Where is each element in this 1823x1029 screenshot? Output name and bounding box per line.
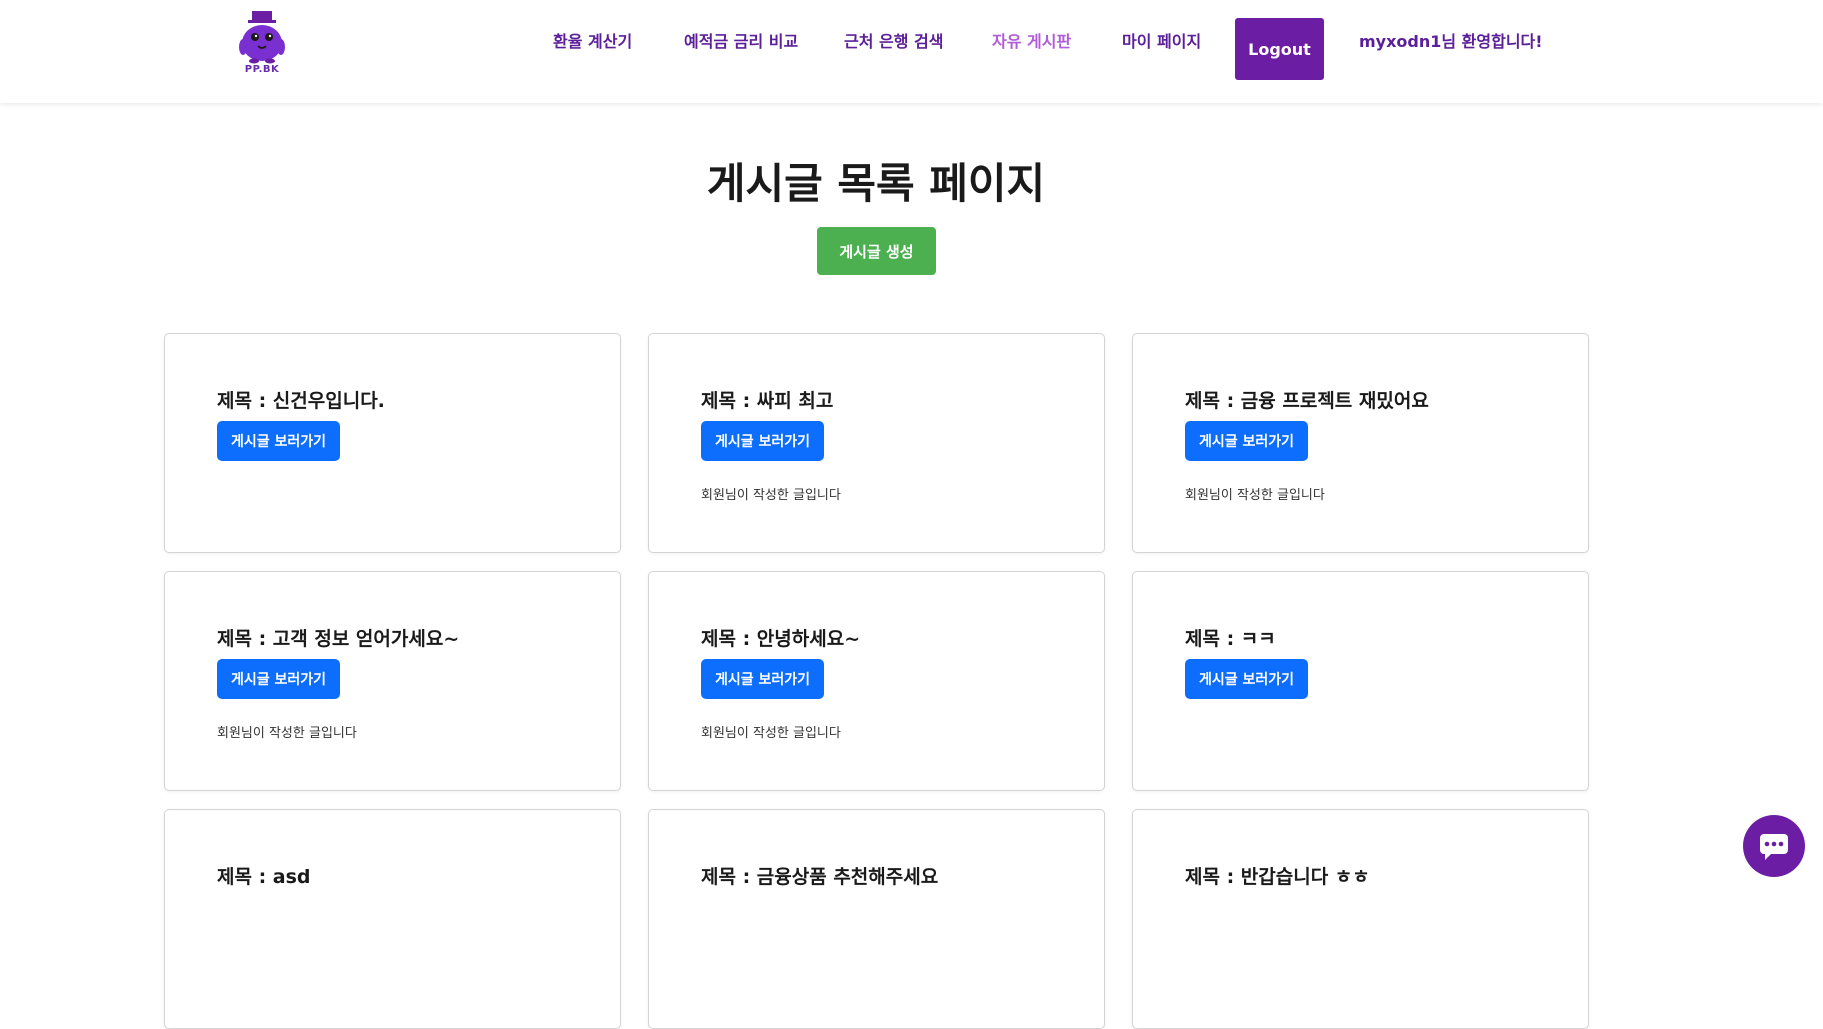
logo[interactable]: PP.BK (234, 9, 290, 77)
nav-deposit-rate-compare[interactable]: 예적금 금리 비교 (684, 28, 798, 52)
penguin-mascot-icon (239, 11, 285, 64)
post-author-note: 회원님이 작성한 글입니다 (1185, 488, 1325, 503)
chat-button[interactable] (1743, 815, 1805, 877)
post-title: 제목 : 신건우입니다. (217, 390, 385, 412)
view-post-button[interactable]: 게시글 보러가기 (701, 659, 824, 699)
post-card: 제목 : ㅋㅋ 게시글 보러가기 (1132, 571, 1589, 791)
post-title: 제목 : 고객 정보 얻어가세요~ (217, 628, 460, 650)
post-author-note: 회원님이 작성한 글입니다 (701, 488, 841, 503)
nav-free-board[interactable]: 자유 게시판 (992, 28, 1071, 52)
view-post-button[interactable]: 게시글 보러가기 (1185, 659, 1308, 699)
view-post-button[interactable]: 게시글 보러가기 (701, 421, 824, 461)
post-card: 제목 : 고객 정보 얻어가세요~ 게시글 보러가기 회원님이 작성한 글입니다 (164, 571, 621, 791)
view-post-button[interactable]: 게시글 보러가기 (217, 421, 340, 461)
post-title: 제목 : ㅋㅋ (1185, 628, 1276, 650)
post-title: 제목 : 싸피 최고 (701, 390, 834, 412)
create-post-button[interactable]: 게시글 생성 (817, 227, 936, 275)
post-title: 제목 : 금융상품 추천해주세요 (701, 866, 939, 888)
post-card: 제목 : 싸피 최고 게시글 보러가기 회원님이 작성한 글입니다 (648, 333, 1105, 553)
post-card: 제목 : 신건우입니다. 게시글 보러가기 (164, 333, 621, 553)
logo-text: PP.BK (244, 64, 280, 75)
page-title: 게시글 목록 페이지 (706, 159, 1046, 208)
welcome-message: myxodn1님 환영합니다! (1359, 32, 1543, 51)
post-author-note: 회원님이 작성한 글입니다 (217, 726, 357, 741)
logout-button[interactable]: Logout (1235, 18, 1324, 80)
nav-nearby-bank-search[interactable]: 근처 은행 검색 (844, 28, 943, 52)
post-title: 제목 : 안녕하세요~ (701, 628, 861, 650)
post-author-note: 회원님이 작성한 글입니다 (701, 726, 841, 741)
post-title: 제목 : 반갑습니다 ㅎㅎ (1185, 866, 1370, 888)
site-header: PP.BK 환율 계산기 예적금 금리 비교 근처 은행 검색 자유 게시판 마… (0, 0, 1823, 103)
chat-bubble-icon (1760, 834, 1788, 860)
view-post-button[interactable]: 게시글 보러가기 (1185, 421, 1308, 461)
post-card: 제목 : asd (164, 809, 621, 1029)
nav-my-page[interactable]: 마이 페이지 (1122, 28, 1201, 52)
post-card: 제목 : 금융상품 추천해주세요 (648, 809, 1105, 1029)
view-post-button[interactable]: 게시글 보러가기 (217, 659, 340, 699)
post-card: 제목 : 안녕하세요~ 게시글 보러가기 회원님이 작성한 글입니다 (648, 571, 1105, 791)
post-title: 제목 : asd (217, 866, 311, 888)
post-title: 제목 : 금융 프로젝트 재밌어요 (1185, 390, 1429, 412)
post-card: 제목 : 금융 프로젝트 재밌어요 게시글 보러가기 회원님이 작성한 글입니다 (1132, 333, 1589, 553)
nav-exchange-calculator[interactable]: 환율 계산기 (553, 28, 632, 52)
post-card: 제목 : 반갑습니다 ㅎㅎ (1132, 809, 1589, 1029)
